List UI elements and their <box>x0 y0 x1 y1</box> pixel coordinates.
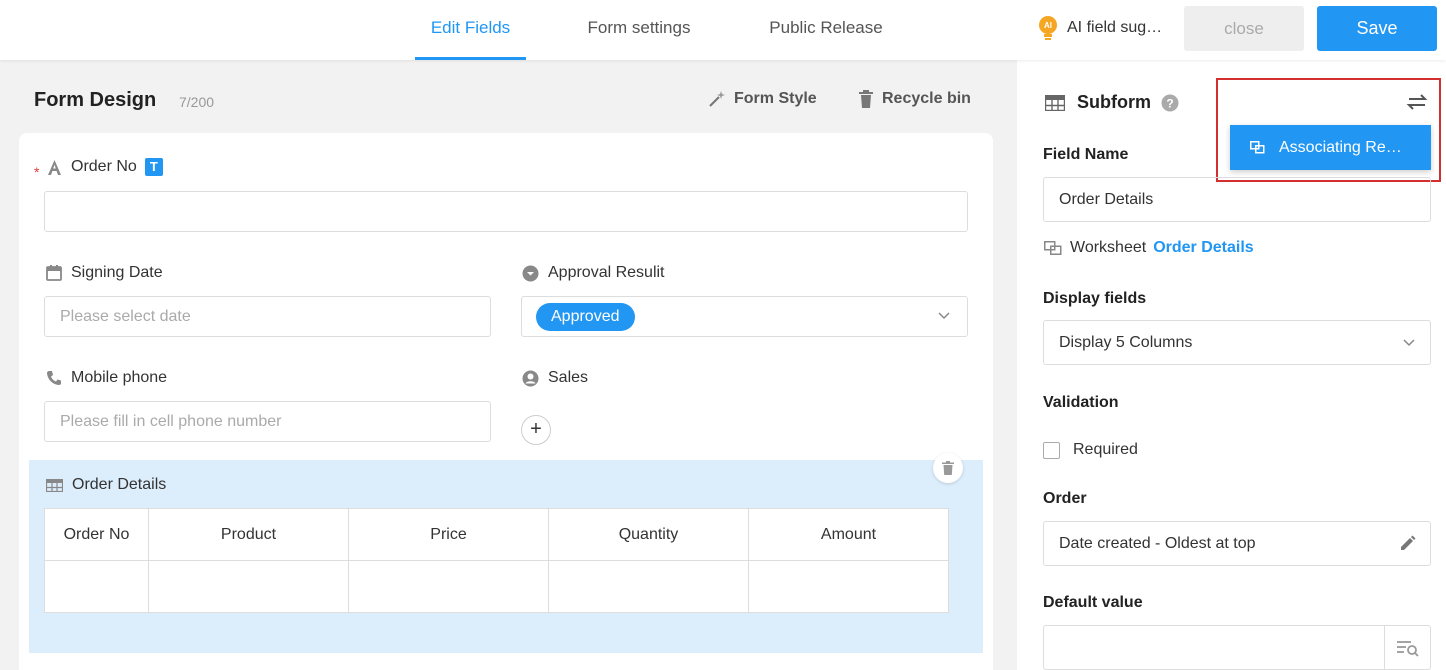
field-label-sales[interactable]: Sales <box>522 369 588 387</box>
ai-badge-text: AI <box>1044 21 1052 30</box>
table-icon <box>46 478 63 492</box>
field-count: 7/200 <box>179 94 215 110</box>
trash-icon <box>859 90 873 108</box>
display-fields-heading: Display fields <box>1043 290 1147 307</box>
trash-icon <box>942 461 954 475</box>
recycle-bin-button[interactable]: Recycle bin <box>858 90 971 108</box>
add-sales-button[interactable]: + <box>521 415 551 445</box>
table-icon <box>1045 94 1065 111</box>
approval-result-select[interactable]: Approved <box>521 296 968 337</box>
table-cell <box>748 560 949 613</box>
field-name-input[interactable]: Order Details <box>1043 177 1431 222</box>
field-name-heading: Field Name <box>1043 146 1129 163</box>
close-button[interactable]: close <box>1184 6 1304 51</box>
mobile-phone-placeholder: Please fill in cell phone number <box>60 412 282 430</box>
column-header: Price <box>348 508 549 561</box>
validation-heading: Validation <box>1043 394 1119 411</box>
user-icon <box>522 370 539 386</box>
form-style-label: Form Style <box>734 90 817 107</box>
magic-wand-icon <box>709 91 725 107</box>
recycle-bin-label: Recycle bin <box>882 90 971 107</box>
order-value: Date created - Oldest at top <box>1059 534 1256 552</box>
form-style-button[interactable]: Form Style <box>708 90 817 108</box>
column-header: Order No <box>44 508 149 561</box>
signing-date-input[interactable]: Please select date <box>44 296 491 337</box>
table-row <box>44 560 949 613</box>
display-fields-select[interactable]: Display 5 Columns <box>1043 320 1431 365</box>
dropdown-option-label: Associating Re… <box>1279 138 1402 156</box>
subform-table: Order No Product Price Quantity Amount <box>44 508 949 613</box>
field-label-order-details: Order Details <box>46 476 166 494</box>
tab-form-settings[interactable]: Form settings <box>575 0 703 60</box>
query-filter-button[interactable] <box>1384 626 1430 669</box>
required-checkbox-row[interactable]: Required <box>1043 441 1138 459</box>
table-cell <box>44 560 149 613</box>
order-no-label: Order No <box>71 158 137 175</box>
link-records-icon <box>1044 241 1062 255</box>
required-mark: * <box>34 164 40 180</box>
field-label-approval-result[interactable]: Approval Resulit <box>522 264 665 282</box>
default-value-input[interactable] <box>1043 625 1431 670</box>
tab-public-release[interactable]: Public Release <box>756 0 896 60</box>
edit-icon[interactable] <box>1400 535 1416 551</box>
field-name-value: Order Details <box>1059 190 1154 208</box>
help-icon-text: ? <box>1166 96 1173 110</box>
required-checkbox[interactable] <box>1043 441 1060 459</box>
lightbulb-icon: AI <box>1039 16 1057 40</box>
panel-title: Subform <box>1077 92 1151 112</box>
mobile-phone-input[interactable]: Please fill in cell phone number <box>44 401 491 442</box>
default-value-heading: Default value <box>1043 594 1143 611</box>
save-button[interactable]: Save <box>1317 6 1437 51</box>
panel-header: Subform ? <box>1045 92 1179 113</box>
column-header: Amount <box>748 508 949 561</box>
page-title: Form Design <box>34 89 157 111</box>
ai-field-suggestion-button[interactable]: AI AI field sug… <box>1037 12 1162 44</box>
chevron-down-icon <box>1403 339 1415 347</box>
delete-field-button[interactable] <box>933 453 963 483</box>
dropdown-option-associating-records[interactable]: Associating Re… <box>1230 125 1431 170</box>
sales-label: Sales <box>548 369 589 386</box>
display-fields-value: Display 5 Columns <box>1059 333 1193 351</box>
required-label: Required <box>1073 441 1138 458</box>
field-label-signing-date[interactable]: Signing Date <box>46 264 163 282</box>
chevron-down-icon <box>938 312 950 320</box>
filter-search-icon <box>1396 640 1419 657</box>
order-setting[interactable]: Date created - Oldest at top <box>1043 521 1431 566</box>
table-cell <box>348 560 549 613</box>
field-label-mobile-phone[interactable]: Mobile phone <box>46 369 167 387</box>
mobile-phone-label: Mobile phone <box>71 369 168 386</box>
ai-suggestion-label: AI field sug… <box>1067 19 1163 36</box>
worksheet-row: Worksheet Order Details <box>1044 239 1254 257</box>
signing-date-label: Signing Date <box>71 264 163 281</box>
table-header-row: Order No Product Price Quantity Amount <box>44 508 949 561</box>
help-icon[interactable]: ? <box>1161 94 1179 112</box>
top-bar: Edit Fields Form settings Public Release… <box>0 0 1446 60</box>
field-label-order-no[interactable]: Order No T <box>47 158 163 176</box>
approval-result-label: Approval Resulit <box>548 264 665 281</box>
worksheet-link[interactable]: Order Details <box>1153 239 1253 257</box>
text-field-icon <box>48 159 61 175</box>
dropdown-field-icon <box>522 265 539 281</box>
title-field-badge: T <box>144 158 163 176</box>
order-details-label: Order Details <box>72 476 167 493</box>
column-header: Quantity <box>548 508 749 561</box>
table-cell <box>148 560 349 613</box>
approved-tag: Approved <box>536 302 635 331</box>
table-cell <box>548 560 749 613</box>
column-header: Product <box>148 508 349 561</box>
order-heading: Order <box>1043 490 1087 507</box>
worksheet-label: Worksheet <box>1070 239 1147 256</box>
calendar-icon <box>46 265 62 281</box>
link-records-icon <box>1250 141 1265 154</box>
phone-icon <box>47 371 61 385</box>
tab-edit-fields[interactable]: Edit Fields <box>415 0 526 60</box>
order-no-input[interactable] <box>44 191 968 232</box>
signing-date-placeholder: Please select date <box>60 307 191 325</box>
